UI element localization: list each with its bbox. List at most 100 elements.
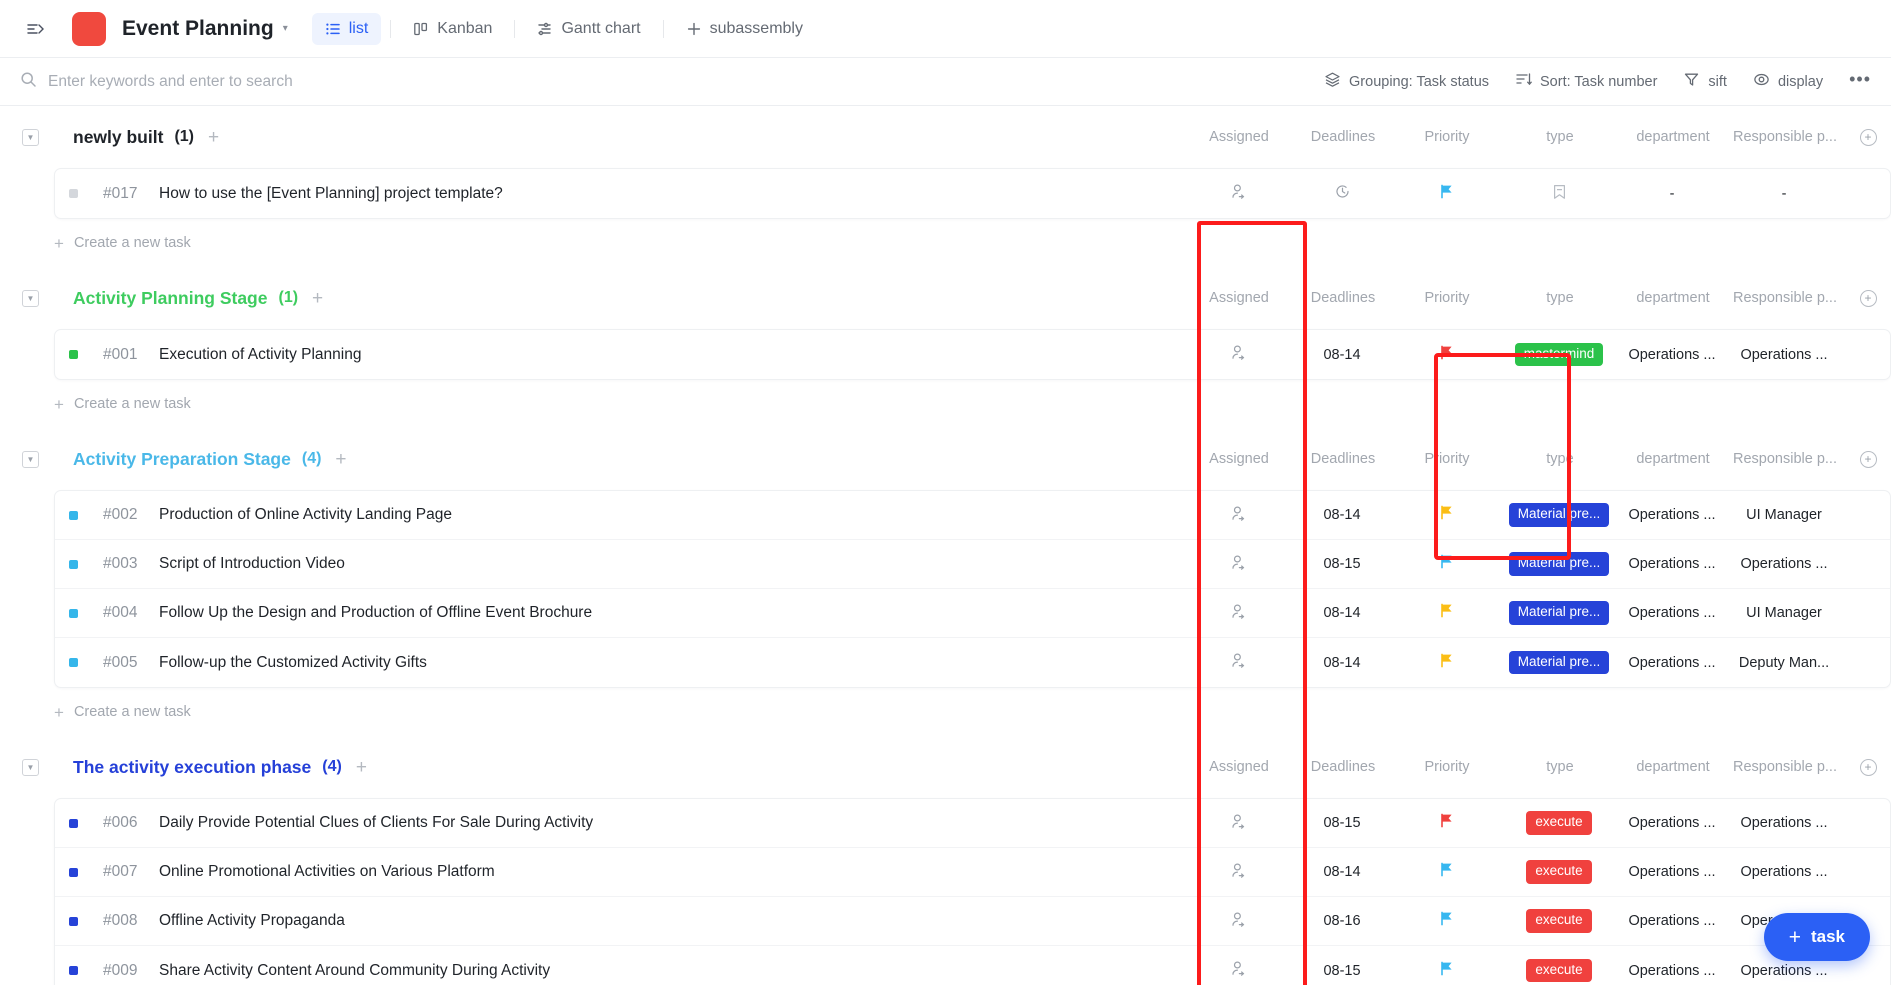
- cell-deadline[interactable]: 08-15: [1290, 963, 1394, 979]
- task-type-badge[interactable]: execute: [1526, 811, 1591, 835]
- add-column-button[interactable]: +: [1845, 129, 1891, 146]
- table-row[interactable]: #007Online Promotional Activities on Var…: [55, 848, 1890, 897]
- cell-type[interactable]: Material pre...: [1498, 651, 1620, 675]
- column-header-priority[interactable]: Priority: [1395, 129, 1499, 145]
- grouping-button[interactable]: Grouping: Task status: [1324, 71, 1489, 92]
- cell-responsible[interactable]: -: [1724, 186, 1844, 202]
- task-name[interactable]: Execution of Activity Planning: [159, 346, 1186, 364]
- cell-responsible[interactable]: UI Manager: [1724, 507, 1844, 523]
- chevron-down-icon[interactable]: ▾: [283, 23, 288, 34]
- cell-type[interactable]: execute: [1498, 811, 1620, 835]
- table-row[interactable]: #006Daily Provide Potential Clues of Cli…: [55, 799, 1890, 848]
- filter-button[interactable]: sift: [1683, 71, 1727, 92]
- tab-subassembly[interactable]: subassembly: [673, 13, 816, 45]
- cell-type[interactable]: execute: [1498, 909, 1620, 933]
- assign-user-icon[interactable]: [1230, 603, 1247, 624]
- priority-flag-icon[interactable]: [1437, 960, 1455, 982]
- cell-priority[interactable]: [1394, 861, 1498, 883]
- task-type-badge[interactable]: execute: [1526, 860, 1591, 884]
- assign-user-icon[interactable]: [1230, 960, 1247, 981]
- priority-flag-icon[interactable]: [1437, 553, 1455, 575]
- table-row[interactable]: #009Share Activity Content Around Commun…: [55, 946, 1890, 985]
- more-options-icon[interactable]: •••: [1849, 74, 1871, 90]
- clock-icon[interactable]: [1334, 183, 1351, 204]
- task-name[interactable]: Share Activity Content Around Community …: [159, 962, 1186, 980]
- sort-button[interactable]: Sort: Task number: [1515, 71, 1657, 92]
- column-header-department[interactable]: department: [1621, 129, 1725, 145]
- cell-assigned[interactable]: [1186, 505, 1290, 526]
- assign-user-icon[interactable]: [1230, 183, 1247, 204]
- column-header-priority[interactable]: Priority: [1395, 759, 1499, 775]
- cell-type[interactable]: Material pre...: [1498, 601, 1620, 625]
- cell-assigned[interactable]: [1186, 554, 1290, 575]
- column-header-responsible[interactable]: Responsible p...: [1725, 759, 1845, 775]
- priority-flag-icon[interactable]: [1437, 861, 1455, 883]
- column-header-priority[interactable]: Priority: [1395, 290, 1499, 306]
- cell-department[interactable]: Operations ...: [1620, 556, 1724, 572]
- assign-user-icon[interactable]: [1230, 911, 1247, 932]
- assign-user-icon[interactable]: [1230, 505, 1247, 526]
- cell-assigned[interactable]: [1186, 960, 1290, 981]
- tab-kanban[interactable]: Kanban: [400, 13, 505, 45]
- cell-deadline[interactable]: 08-14: [1290, 605, 1394, 621]
- assign-user-icon[interactable]: [1230, 344, 1247, 365]
- cell-priority[interactable]: [1394, 812, 1498, 834]
- cell-deadline[interactable]: [1290, 183, 1394, 204]
- create-new-task-button[interactable]: +Create a new task: [0, 688, 1891, 736]
- priority-flag-icon[interactable]: [1437, 652, 1455, 674]
- column-header-responsible[interactable]: Responsible p...: [1725, 451, 1845, 467]
- task-name[interactable]: Script of Introduction Video: [159, 555, 1186, 573]
- cell-department[interactable]: Operations ...: [1620, 963, 1724, 979]
- column-header-assigned[interactable]: Assigned: [1187, 451, 1291, 467]
- priority-flag-icon[interactable]: [1437, 602, 1455, 624]
- cell-department[interactable]: Operations ...: [1620, 655, 1724, 671]
- display-button[interactable]: display: [1753, 71, 1823, 92]
- cell-department[interactable]: Operations ...: [1620, 913, 1724, 929]
- cell-deadline[interactable]: 08-14: [1290, 347, 1394, 363]
- task-name[interactable]: Online Promotional Activities on Various…: [159, 863, 1186, 881]
- cell-priority[interactable]: [1394, 553, 1498, 575]
- add-column-button[interactable]: +: [1845, 451, 1891, 468]
- cell-deadline[interactable]: 08-16: [1290, 913, 1394, 929]
- cell-priority[interactable]: [1394, 602, 1498, 624]
- group-collapse-icon[interactable]: ▼: [22, 759, 39, 776]
- add-task-fab[interactable]: + task: [1764, 913, 1870, 961]
- add-column-button[interactable]: +: [1845, 290, 1891, 307]
- cell-type[interactable]: Material pre...: [1498, 552, 1620, 576]
- create-new-task-button[interactable]: +Create a new task: [0, 219, 1891, 267]
- table-row[interactable]: #002Production of Online Activity Landin…: [55, 491, 1890, 540]
- assign-user-icon[interactable]: [1230, 652, 1247, 673]
- group-collapse-icon[interactable]: ▼: [22, 290, 39, 307]
- column-header-type[interactable]: type: [1499, 129, 1621, 145]
- group-add-task-icon[interactable]: +: [356, 758, 367, 777]
- table-row[interactable]: #001Execution of Activity Planning08-14m…: [55, 330, 1890, 379]
- bookmark-icon[interactable]: [1551, 183, 1568, 205]
- column-header-responsible[interactable]: Responsible p...: [1725, 129, 1845, 145]
- task-name[interactable]: How to use the [Event Planning] project …: [159, 185, 1186, 203]
- priority-flag-icon[interactable]: [1437, 812, 1455, 834]
- priority-flag-icon[interactable]: [1437, 344, 1455, 366]
- task-name[interactable]: Offline Activity Propaganda: [159, 912, 1186, 930]
- column-header-deadlines[interactable]: Deadlines: [1291, 451, 1395, 467]
- cell-type[interactable]: execute: [1498, 959, 1620, 983]
- cell-department[interactable]: Operations ...: [1620, 347, 1724, 363]
- column-header-deadlines[interactable]: Deadlines: [1291, 759, 1395, 775]
- assign-user-icon[interactable]: [1230, 554, 1247, 575]
- group-add-task-icon[interactable]: +: [335, 450, 346, 469]
- cell-department[interactable]: Operations ...: [1620, 605, 1724, 621]
- column-header-type[interactable]: type: [1499, 290, 1621, 306]
- group-add-task-icon[interactable]: +: [312, 289, 323, 308]
- column-header-assigned[interactable]: Assigned: [1187, 759, 1291, 775]
- cell-type[interactable]: Material pre...: [1498, 503, 1620, 527]
- table-row[interactable]: #004Follow Up the Design and Production …: [55, 589, 1890, 638]
- assign-user-icon[interactable]: [1230, 862, 1247, 883]
- table-row[interactable]: #003Script of Introduction Video08-15Mat…: [55, 540, 1890, 589]
- table-row[interactable]: #008Offline Activity Propaganda08-16exec…: [55, 897, 1890, 946]
- column-header-assigned[interactable]: Assigned: [1187, 129, 1291, 145]
- task-name[interactable]: Daily Provide Potential Clues of Clients…: [159, 814, 1186, 832]
- cell-responsible[interactable]: Operations ...: [1724, 815, 1844, 831]
- task-name[interactable]: Follow-up the Customized Activity Gifts: [159, 654, 1186, 672]
- cell-assigned[interactable]: [1186, 183, 1290, 204]
- cell-assigned[interactable]: [1186, 344, 1290, 365]
- cell-priority[interactable]: [1394, 504, 1498, 526]
